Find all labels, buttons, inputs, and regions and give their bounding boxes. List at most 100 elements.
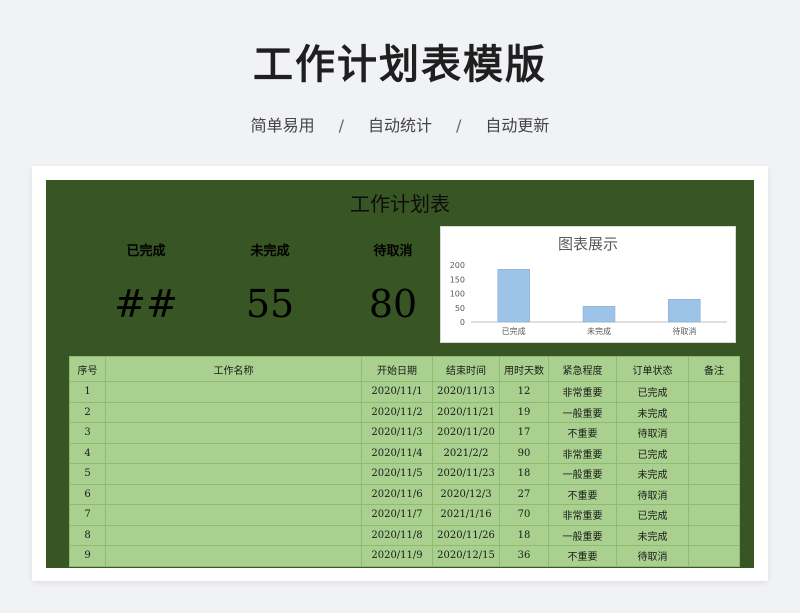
col-status-cell[interactable]: 待取消	[616, 545, 689, 567]
x-tick-label: 已完成	[502, 326, 526, 336]
col-priority-cell[interactable]: 非常重要	[548, 442, 617, 464]
col-priority-cell[interactable]: 不重要	[548, 483, 617, 505]
col-start-date-cell[interactable]: 2020/11/9	[361, 545, 433, 567]
table-row: 8 2020/11/8 2020/11/26 18 一般重要 未完成	[69, 524, 740, 546]
col-end-date-cell[interactable]: 2020/12/3	[432, 483, 500, 505]
col-days-cell[interactable]: 90	[499, 442, 549, 464]
col-start-date-cell[interactable]: 2020/11/5	[361, 463, 433, 485]
col-start-date-cell[interactable]: 2020/11/7	[361, 504, 433, 526]
col-notes-cell[interactable]	[688, 524, 740, 546]
col-days-cell[interactable]: 19	[499, 401, 549, 423]
stat-pending-cancel: 待取消 80	[338, 240, 448, 330]
stat-value: 55	[245, 282, 295, 326]
col-status-cell[interactable]: 未完成	[616, 524, 689, 546]
col-index-cell[interactable]: 4	[69, 442, 106, 464]
col-days-cell[interactable]: 70	[499, 504, 549, 526]
col-status-cell[interactable]: 待取消	[616, 422, 689, 444]
col-end-date-cell[interactable]: 2021/1/16	[432, 504, 500, 526]
col-priority-cell[interactable]: 不重要	[548, 545, 617, 567]
stat-value: ##	[114, 282, 178, 326]
header-col-notes: 备注	[688, 356, 740, 382]
col-task-name-cell[interactable]	[105, 483, 362, 505]
col-notes-cell[interactable]	[688, 422, 740, 444]
stat-label: 未完成	[250, 244, 290, 259]
col-start-date-cell[interactable]: 2020/11/3	[361, 422, 433, 444]
header-col-days: 用时天数	[499, 356, 549, 382]
col-end-date-cell[interactable]: 2021/2/2	[432, 442, 500, 464]
col-priority-cell[interactable]: 一般重要	[548, 524, 617, 546]
col-status-cell[interactable]: 已完成	[616, 381, 689, 403]
col-task-name-cell[interactable]	[105, 381, 362, 403]
bar-0[interactable]	[497, 269, 530, 323]
col-notes-cell[interactable]	[688, 401, 740, 423]
col-end-date-cell[interactable]: 2020/12/15	[432, 545, 500, 567]
col-status-cell[interactable]: 待取消	[616, 483, 689, 505]
separator: /	[338, 116, 344, 135]
chart-svg: 图表展示 0 50 100 150 200 已完成 未完成 待取消	[450, 235, 727, 336]
table-body: 1 2020/11/1 2020/11/13 12 非常重要 已完成 2 2020/11/2 2…	[69, 381, 740, 567]
col-status-cell[interactable]: 已完成	[616, 504, 689, 526]
x-tick-label: 待取消	[672, 326, 696, 336]
col-end-date-cell[interactable]: 2020/11/20	[432, 422, 500, 444]
col-start-date-cell[interactable]: 2020/11/4	[361, 442, 433, 464]
col-priority-cell[interactable]: 非常重要	[548, 381, 617, 403]
col-priority-cell[interactable]: 一般重要	[548, 401, 617, 423]
table-row: 4 2020/11/4 2021/2/2 90 非常重要 已完成	[69, 442, 740, 464]
col-end-date-cell[interactable]: 2020/11/26	[432, 524, 500, 546]
col-index-cell[interactable]: 8	[69, 524, 106, 546]
col-notes-cell[interactable]	[688, 381, 740, 403]
col-task-name-cell[interactable]	[105, 524, 362, 546]
col-index-cell[interactable]: 7	[69, 504, 106, 526]
col-status-cell[interactable]: 未完成	[616, 463, 689, 485]
col-days-cell[interactable]: 18	[499, 463, 549, 485]
col-task-name-cell[interactable]	[105, 504, 362, 526]
col-task-name-cell[interactable]	[105, 545, 362, 567]
col-status-cell[interactable]: 未完成	[616, 401, 689, 423]
col-task-name-cell[interactable]	[105, 401, 362, 423]
col-priority-cell[interactable]: 不重要	[548, 422, 617, 444]
col-start-date-cell[interactable]: 2020/11/6	[361, 483, 433, 505]
col-start-date-cell[interactable]: 2020/11/1	[361, 381, 433, 403]
col-index-cell[interactable]: 3	[69, 422, 106, 444]
feature-auto-update: 自动更新	[485, 116, 550, 135]
col-days-cell[interactable]: 12	[499, 381, 549, 403]
col-task-name-cell[interactable]	[105, 442, 362, 464]
col-notes-cell[interactable]	[688, 442, 740, 464]
col-index-cell[interactable]: 2	[69, 401, 106, 423]
col-days-cell[interactable]: 27	[499, 483, 549, 505]
separator: /	[456, 116, 462, 135]
stat-label: 已完成	[126, 244, 166, 259]
bar-2[interactable]	[668, 298, 701, 323]
header-col-status: 订单状态	[616, 356, 689, 382]
col-priority-cell[interactable]: 非常重要	[548, 504, 617, 526]
col-end-date-cell[interactable]: 2020/11/13	[432, 381, 500, 403]
col-start-date-cell[interactable]: 2020/11/2	[361, 401, 433, 423]
col-start-date-cell[interactable]: 2020/11/8	[361, 524, 433, 546]
y-tick-label: 150	[450, 275, 465, 284]
col-notes-cell[interactable]	[688, 483, 740, 505]
table-row: 3 2020/11/3 2020/11/20 17 不重要 待取消	[69, 422, 740, 444]
col-notes-cell[interactable]	[688, 545, 740, 567]
page-title: 工作计划表模版	[253, 42, 547, 88]
col-index-cell[interactable]: 6	[69, 483, 106, 505]
col-days-cell[interactable]: 18	[499, 524, 549, 546]
col-index-cell[interactable]: 5	[69, 463, 106, 485]
stat-completed: 已完成 ##	[91, 240, 201, 330]
col-task-name-cell[interactable]	[105, 463, 362, 485]
feature-easy: 简单易用	[250, 116, 315, 135]
col-index-cell[interactable]: 9	[69, 545, 106, 567]
col-end-date-cell[interactable]: 2020/11/21	[432, 401, 500, 423]
table-row: 9 2020/11/9 2020/12/15 36 不重要 待取消	[69, 545, 740, 567]
col-status-cell[interactable]: 已完成	[616, 442, 689, 464]
table-row: 1 2020/11/1 2020/11/13 12 非常重要 已完成	[69, 381, 740, 403]
col-priority-cell[interactable]: 一般重要	[548, 463, 617, 485]
col-index-cell[interactable]: 1	[69, 381, 106, 403]
col-task-name-cell[interactable]	[105, 422, 362, 444]
col-notes-cell[interactable]	[688, 504, 740, 526]
col-end-date-cell[interactable]: 2020/11/23	[432, 463, 500, 485]
col-days-cell[interactable]: 17	[499, 422, 549, 444]
bar-1[interactable]	[582, 306, 616, 323]
header-col-task-name: 工作名称	[105, 356, 362, 382]
col-days-cell[interactable]: 36	[499, 545, 549, 567]
col-notes-cell[interactable]	[688, 463, 740, 485]
